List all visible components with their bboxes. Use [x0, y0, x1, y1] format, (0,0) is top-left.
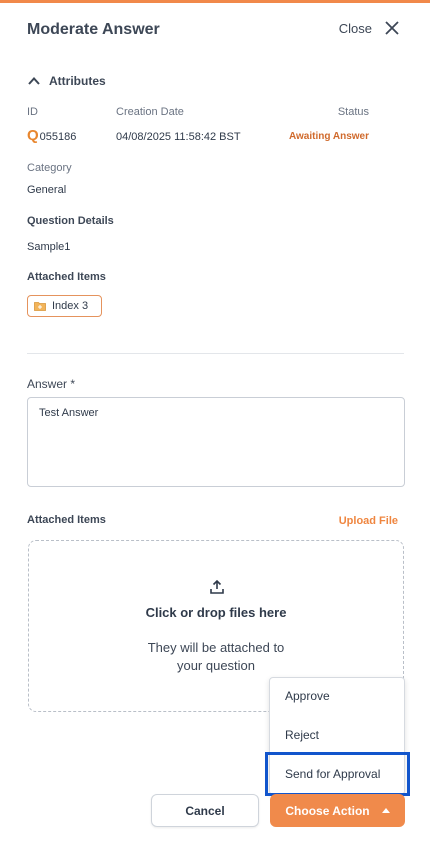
cancel-button[interactable]: Cancel: [151, 794, 259, 827]
answer-textarea[interactable]: Test Answer: [27, 397, 405, 487]
upload-icon: [210, 579, 224, 594]
dropzone-subtitle: They will be attached to your question: [29, 639, 403, 675]
attached-item-label: Index 3: [52, 300, 89, 312]
creation-date-label: Creation Date: [116, 106, 184, 118]
close-icon: [385, 21, 399, 35]
folder-icon: [34, 302, 46, 311]
question-icon: Q: [27, 127, 39, 144]
dropzone-subtitle-line1: They will be attached to: [147, 640, 285, 655]
choose-action-menu: Approve Reject Send for Approval: [265, 677, 410, 796]
upload-file-link[interactable]: Upload File: [339, 515, 398, 527]
menu-item-approve[interactable]: Approve: [270, 678, 404, 714]
question-details-value: Sample1: [27, 241, 71, 253]
status-label: Status: [337, 106, 369, 118]
answer-label: Answer *: [27, 377, 76, 391]
close-button[interactable]: Close: [339, 20, 400, 36]
attached-items-label: Attached Items: [27, 271, 106, 283]
chevron-up-icon: [28, 77, 40, 85]
attributes-label: Attributes: [49, 74, 106, 88]
status-badge: Awaiting Answer: [288, 131, 369, 142]
page-title: Moderate Answer: [27, 21, 160, 38]
section-divider: [27, 353, 404, 354]
menu-item-reject[interactable]: Reject: [270, 717, 404, 753]
menu-item-send-for-approval[interactable]: Send for Approval: [265, 752, 410, 796]
attributes-toggle[interactable]: Attributes: [27, 74, 106, 88]
top-accent-bar: [0, 0, 430, 3]
choose-action-label: Choose Action: [285, 803, 370, 818]
dropzone-subtitle-line2: your question: [176, 658, 256, 673]
id-label: ID: [27, 106, 38, 118]
choose-action-button[interactable]: Choose Action: [270, 794, 405, 827]
question-details-label: Question Details: [27, 215, 114, 227]
category-label: Category: [27, 162, 72, 174]
answer-attached-items-label: Attached Items: [27, 514, 106, 526]
dropzone-title: Click or drop files here: [145, 605, 287, 620]
caret-up-icon: [381, 808, 390, 813]
close-label: Close: [338, 20, 372, 36]
creation-date-value: 04/08/2025 11:58:42 BST: [116, 131, 241, 143]
attached-item-chip[interactable]: Index 3: [27, 295, 102, 317]
question-id-number: 055186: [39, 131, 77, 143]
question-id: Q 055186: [27, 128, 76, 143]
category-value: General: [27, 184, 67, 196]
